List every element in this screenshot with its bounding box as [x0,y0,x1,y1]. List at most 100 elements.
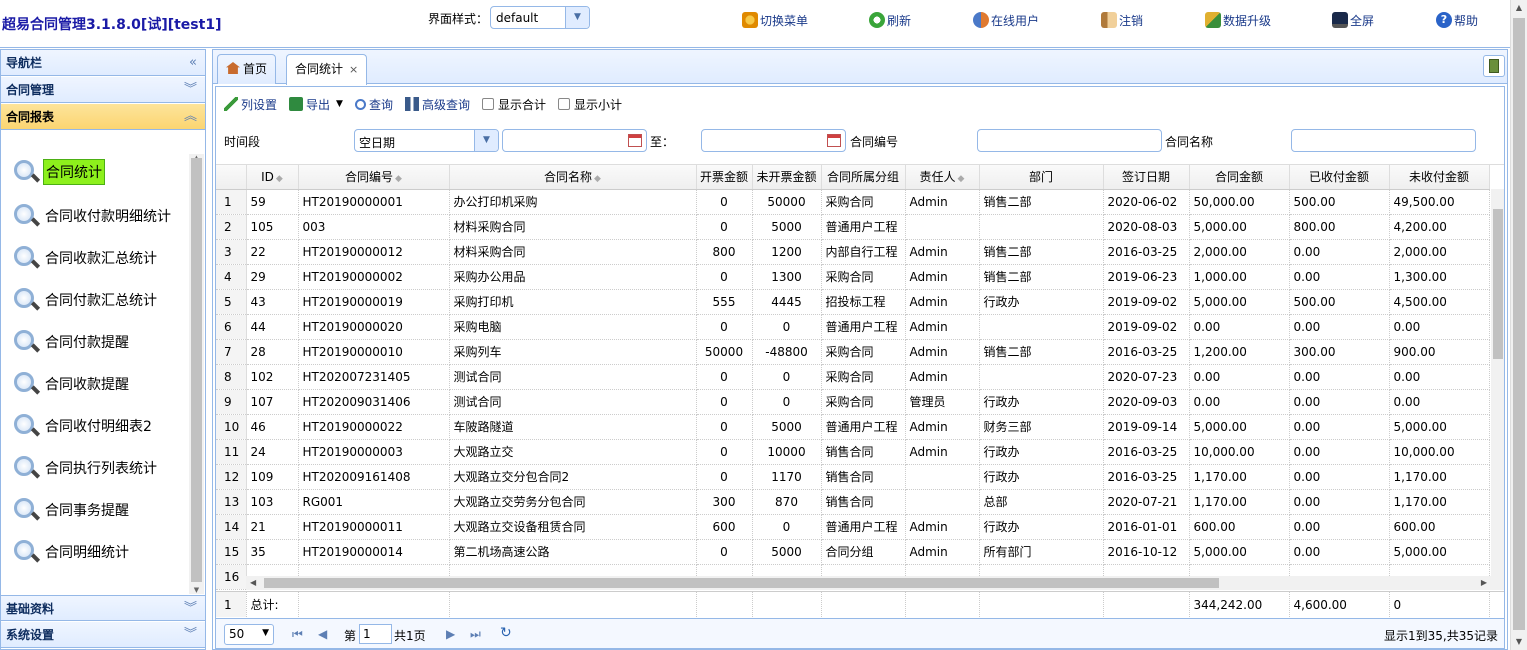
menu-item-receipt-reminder[interactable]: 合同收款提醒 [11,366,131,402]
calendar-icon[interactable] [628,134,642,147]
menu-item-payment-summary[interactable]: 合同付款汇总统计 [11,282,159,318]
table-row[interactable]: 13 103 RG001 大观路立交劳务分包合同 300 870 销售合同 总部 2020-07… [216,489,1490,515]
menu-item-detail-table-2[interactable]: 合同收付明细表2 [11,408,154,444]
table-row[interactable]: 6 44 HT20190000020 采购电脑 0 0 普通用户工程 Admin 2019-09… [216,314,1490,340]
pager-refresh-icon[interactable]: ↻ [500,625,512,641]
show-total-checkbox[interactable]: 显示合计 [481,96,546,113]
column-header-unpaid[interactable]: 未收付金额 [1389,165,1490,190]
table-cell: 800 [696,239,753,265]
exit-door-button[interactable] [1483,55,1505,77]
first-page-icon[interactable]: ⏮ [292,627,303,642]
scroll-down-icon[interactable]: ▼ [1511,634,1527,650]
table-cell: 59 [246,189,299,215]
table-cell: 0.00 [1389,314,1490,340]
data-upgrade-label: 数据升级 [1223,13,1272,28]
column-header-sign-date[interactable]: 签订日期 [1103,165,1190,190]
table-cell: 采购办公用品 [449,264,697,290]
theme-label: 界面样式： [428,12,489,26]
column-header-uninvoiced[interactable]: 未开票金额 [752,165,822,190]
online-users-button[interactable]: 在线用户 [973,11,1039,29]
tab-label: 合同统计 [295,62,344,76]
last-page-icon[interactable]: ⏭ [470,627,481,642]
table-row[interactable]: 1 59 HT20190000001 办公打印机采购 0 50000 采购合同 Admin 销售… [216,189,1490,215]
menu-item-detail-stats[interactable]: 合同明细统计 [11,534,131,570]
start-date-input[interactable] [502,129,647,152]
column-settings-button[interactable]: 列设置 [224,96,277,113]
table-row[interactable]: 11 24 HT20190000003 大观路立交 0 10000 销售合同 Admin 行政办… [216,439,1490,465]
table-row[interactable]: 5 43 HT20190000019 采购打印机 555 4445 招投标工程 Admin 行政… [216,289,1490,315]
grid-horizontal-scrollbar[interactable]: ◀ ▶ [246,576,1491,590]
menu-item-affairs-reminder[interactable]: 合同事务提醒 [11,492,131,528]
table-row[interactable]: 12 109 HT202009161408 大观路立交分包合同2 0 1170 销售合同 行政… [216,464,1490,490]
section-contract-manage[interactable]: 合同管理 ︾ [1,77,205,103]
table-row[interactable]: 3 22 HT20190000012 材料采购合同 800 1200 内部自行工程 Admin… [216,239,1490,265]
column-header-contract-name[interactable]: 合同名称 ◆ [449,165,697,190]
contract-no-input[interactable] [977,129,1162,152]
table-cell: 0.00 [1289,489,1390,515]
collapse-left-icon[interactable]: « [189,50,197,76]
column-header-department[interactable]: 部门 [979,165,1104,190]
column-header-invoiced[interactable]: 开票金额 [696,165,753,190]
column-header-contract-no[interactable]: 合同编号 ◆ [298,165,450,190]
advanced-query-button[interactable]: 高级查询 [404,96,470,113]
column-header-owner[interactable]: 责任人 ◆ [905,165,980,190]
table-row[interactable]: 8 102 HT202007231405 测试合同 0 0 采购合同 Admin 2020-07… [216,364,1490,390]
calendar-icon[interactable] [827,134,841,147]
period-select[interactable]: 空日期 ▼ [354,129,499,152]
sidebar-scroll-thumb[interactable] [191,158,202,582]
column-header-amount[interactable]: 合同金额 [1189,165,1290,190]
scroll-right-icon[interactable]: ▶ [1481,576,1487,590]
sidebar-scrollbar[interactable]: ▲ ▼ [189,154,204,594]
menu-item-execution-stats[interactable]: 合同执行列表统计 [11,450,159,486]
table-row[interactable]: 2 105 003 材料采购合同 0 5000 普通用户工程 2020-08-03 5,000.… [216,214,1490,240]
grid-vertical-scrollbar[interactable] [1491,189,1504,590]
tab-contract-stats[interactable]: 合同统计 × [286,54,368,85]
table-cell: 采购列车 [449,339,697,365]
menu-item-receipt-payment-detail[interactable]: 合同收付款明细统计 [11,198,173,234]
contract-name-input[interactable] [1291,129,1476,152]
menu-item-contract-stats[interactable]: 合同统计 [11,154,105,190]
column-header-group[interactable]: 合同所属分组 [821,165,906,190]
scroll-left-icon[interactable]: ◀ [250,576,256,590]
refresh-button[interactable]: 刷新 [869,11,911,29]
switch-menu-button[interactable]: 切换菜单 [742,11,808,29]
prev-page-icon[interactable]: ◀ [318,627,327,641]
next-page-icon[interactable]: ▶ [446,627,455,641]
grid-vscroll-thumb[interactable] [1493,209,1503,359]
export-button[interactable]: 导出 ▼ [289,96,343,113]
fullscreen-button[interactable]: 全屏 [1332,11,1374,29]
table-row[interactable]: 9 107 HT202009031406 测试合同 0 0 采购合同 管理员 行政办 2020-0… [216,389,1490,415]
table-row[interactable]: 7 28 HT20190000010 采购列车 50000 -48800 采购合同 Admin… [216,339,1490,365]
close-icon[interactable]: × [349,63,358,76]
data-upgrade-button[interactable]: 数据升级 [1205,11,1271,29]
scroll-down-icon[interactable]: ▼ [189,586,204,594]
tab-home[interactable]: 首页 [217,54,277,84]
table-row[interactable]: 4 29 HT20190000002 采购办公用品 0 1300 采购合同 Admin 销售二部… [216,264,1490,290]
column-header-paid[interactable]: 已收付金额 [1289,165,1390,190]
table-cell: HT202009031406 [298,389,450,415]
page-number-input[interactable]: 1 [359,624,392,644]
section-contract-report[interactable]: 合同报表 ︽ [1,104,205,130]
page-size-select[interactable]: 50 ▼ [224,624,274,645]
grid-hscroll-thumb[interactable] [264,578,1219,588]
table-cell: 5000 [752,414,822,440]
help-button[interactable]: ? 帮助 [1436,11,1478,29]
logout-button[interactable]: 注销 [1101,11,1143,29]
menu-item-payment-reminder[interactable]: 合同付款提醒 [11,324,131,360]
theme-select[interactable]: default ▼ [490,6,590,29]
tab-label: 首页 [243,62,268,76]
section-basic-data[interactable]: 基础资料 ︾ [1,595,205,621]
scroll-up-icon[interactable]: ▲ [1511,0,1527,16]
show-subtotal-checkbox[interactable]: 显示小计 [558,96,622,113]
page-scrollbar[interactable]: ▲ ▼ [1510,0,1527,650]
table-row[interactable]: 10 46 HT20190000022 车陂路隧道 0 5000 普通用户工程 Admin 财务… [216,414,1490,440]
end-date-input[interactable] [701,129,846,152]
page-scroll-thumb[interactable] [1513,18,1525,630]
table-row[interactable]: 15 35 HT20190000014 第二机场高速公路 0 5000 合同分组 Admin 所… [216,539,1490,565]
column-header-id[interactable]: ID ◆ [246,165,299,190]
menu-item-receipt-summary[interactable]: 合同收款汇总统计 [11,240,159,276]
row-number: 4 [216,264,247,290]
table-row[interactable]: 14 21 HT20190000011 大观路立交设备租赁合同 600 0 普通用户工程 Ad… [216,514,1490,540]
section-system-settings[interactable]: 系统设置 ︾ [1,622,205,648]
query-button[interactable]: 查询 [354,96,393,113]
